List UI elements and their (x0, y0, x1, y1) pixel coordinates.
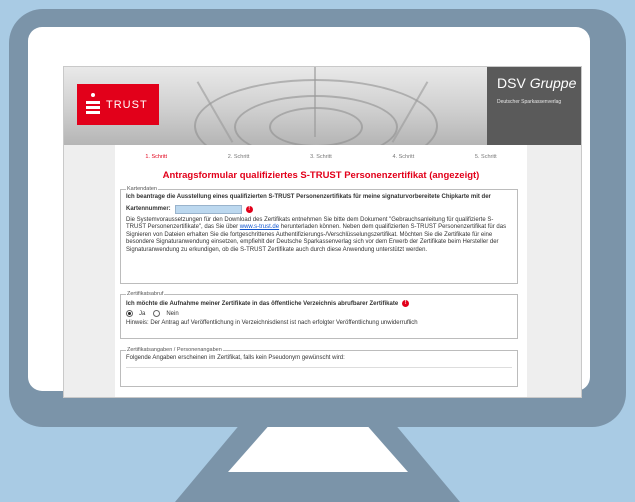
dsv-gruppe-logo[interactable]: DSV Gruppe Deutscher Sparkassenverlag (487, 67, 581, 145)
s-trust-link[interactable]: www.s-trust.de (240, 224, 279, 230)
radio-nein-label: Nein (166, 310, 179, 317)
legend-zertifikatsangaben: Zertifikatsangaben / Personenangaben (127, 347, 222, 353)
fieldset-kartendaten: Kartendaten Ich beantrage die Ausstellun… (120, 186, 518, 284)
kartendaten-intro: Ich beantrage die Ausstellung eines qual… (126, 194, 491, 200)
browser-screen: TRUST DSV Gruppe Deutscher Sparkassenver… (63, 66, 582, 398)
dsv-title: DSV Gruppe (497, 75, 577, 91)
abruf-radio-row: Ja Nein (126, 310, 512, 317)
abruf-question-row: Ich möchte die Aufnahme meiner Zertifika… (126, 300, 512, 307)
card-number-row: Kartennummer: ! (126, 204, 512, 214)
card-number-label: Kartennummer: (126, 206, 171, 212)
s-trust-logo[interactable]: TRUST (77, 84, 159, 125)
legend-kartendaten: Kartendaten (127, 186, 157, 192)
legend-zertifikatsabruf: Zertifikatsabruf (127, 291, 164, 297)
fieldset-zertifikatsangaben: Zertifikatsangaben / Personenangaben Fol… (120, 347, 518, 387)
radio-ja-label: Ja (139, 310, 146, 317)
abruf-question: Ich möchte die Aufnahme meiner Zertifika… (126, 300, 399, 307)
abruf-warning-icon: ! (402, 300, 410, 307)
zertifikatsangaben-text: Folgende Angaben erscheinen im Zertifika… (126, 355, 345, 361)
radio-nein[interactable] (153, 310, 161, 317)
step-indicator: 1. Schritt 2. Schritt 3. Schritt 4. Schr… (115, 154, 527, 160)
step-3: 3. Schritt (310, 154, 332, 160)
dsv-subtitle: Deutscher Sparkassenverlag (497, 99, 562, 105)
header-banner: TRUST DSV Gruppe Deutscher Sparkassenver… (64, 67, 581, 145)
card-number-input[interactable] (174, 204, 242, 214)
abruf-hint: Hinweis: Der Antrag auf Veröffentlichung… (126, 320, 418, 326)
form-title: Antragsformular qualifiziertes S-TRUST P… (162, 170, 480, 181)
step-2: 2. Schritt (227, 154, 250, 160)
logo-text: TRUST (106, 98, 148, 111)
kartendaten-info: Die Systemvoraussetzungen für den Downlo… (126, 216, 507, 253)
radio-ja[interactable] (126, 310, 133, 317)
step-4: 4. Schritt (392, 154, 415, 160)
step-5: 5. Schritt (474, 154, 497, 160)
step-1: 1. Schritt (145, 154, 168, 160)
sparkasse-s-icon (86, 92, 100, 114)
fieldset-zertifikatsabruf: Zertifikatsabruf Ich möchte die Aufnahme… (120, 291, 518, 339)
required-warning-icon: ! (245, 205, 253, 213)
form-content: 1. Schritt 2. Schritt 3. Schritt 4. Schr… (115, 145, 527, 397)
divider (126, 366, 512, 368)
